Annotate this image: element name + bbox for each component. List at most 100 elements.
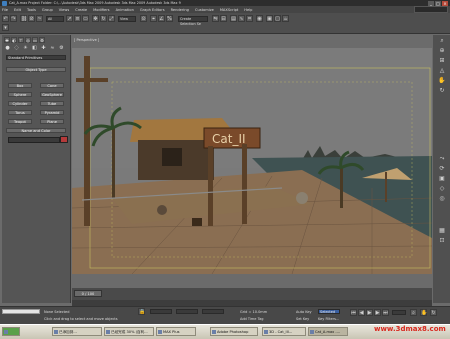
- helpers-icon[interactable]: ✚: [40, 45, 47, 51]
- key-filter-selection[interactable]: Selected: [318, 309, 340, 314]
- tube-button[interactable]: Tube: [40, 101, 64, 106]
- current-frame-field[interactable]: [392, 310, 406, 315]
- ribbon-toggle-icon[interactable]: ▾: [2, 24, 9, 31]
- unlink-icon[interactable]: ⊘: [28, 15, 35, 22]
- display-tab-icon[interactable]: ▭: [32, 37, 38, 43]
- select-object-icon[interactable]: ➚: [66, 15, 73, 22]
- go-to-start-icon[interactable]: ⏮: [350, 309, 357, 316]
- pyramid-button[interactable]: Pyramid: [40, 110, 64, 115]
- y-coordinate-field[interactable]: [176, 309, 198, 314]
- zoom-icon[interactable]: ⌕: [438, 37, 446, 44]
- viewport-label[interactable]: [ Perspective ]: [74, 38, 99, 42]
- shapes-icon[interactable]: ◌: [13, 45, 20, 51]
- select-by-name-icon[interactable]: ≡: [74, 15, 81, 22]
- menu-animation[interactable]: Animation: [116, 8, 134, 12]
- taskbar-item-4[interactable]: Adobe Photoshop: [210, 327, 258, 336]
- previous-frame-icon[interactable]: ◀: [358, 309, 365, 316]
- render-frame-icon[interactable]: ▢: [274, 15, 281, 22]
- utilities-tab-icon[interactable]: ⚙: [39, 37, 45, 43]
- menu-create[interactable]: Create: [75, 8, 87, 12]
- add-time-tag[interactable]: Add Time Tag: [240, 317, 264, 321]
- maximize-button[interactable]: □: [435, 0, 441, 6]
- angle-snap-icon[interactable]: ∠: [158, 15, 165, 22]
- rotate-icon[interactable]: ↻: [100, 15, 107, 22]
- undo-icon[interactable]: ↶: [2, 15, 9, 22]
- torus-button[interactable]: Torus: [8, 110, 32, 115]
- geosphere-button[interactable]: GeoSphere: [40, 92, 64, 97]
- cylinder-button[interactable]: Cylinder: [8, 101, 32, 106]
- object-color-swatch[interactable]: [60, 136, 68, 143]
- reference-coordinate-dropdown[interactable]: View: [118, 16, 136, 22]
- hierarchy-tab-icon[interactable]: ⊤: [18, 37, 24, 43]
- teapot-button[interactable]: Teapot: [8, 119, 32, 124]
- selection-filter-dropdown[interactable]: All: [46, 16, 64, 22]
- box-button[interactable]: Box: [8, 83, 32, 88]
- space-warps-icon[interactable]: ≈: [49, 45, 56, 51]
- orbit-icon[interactable]: ↻: [438, 87, 446, 94]
- scale-icon[interactable]: ⤢: [108, 15, 115, 22]
- menu-rendering[interactable]: Rendering: [171, 8, 189, 12]
- app-icon[interactable]: [2, 0, 7, 6]
- menu-tools[interactable]: Tools: [27, 8, 36, 12]
- menu-modifiers[interactable]: Modifiers: [93, 8, 109, 12]
- motion-tab-icon[interactable]: ◎: [25, 37, 31, 43]
- next-frame-icon[interactable]: ▶: [374, 309, 381, 316]
- schematic-view-icon[interactable]: ⌗: [246, 15, 253, 22]
- viewcube-icon[interactable]: ◇: [438, 185, 446, 192]
- start-button[interactable]: [2, 327, 20, 336]
- object-name-field[interactable]: [8, 137, 60, 143]
- auto-key-label[interactable]: Auto Key: [296, 310, 312, 314]
- menu-help[interactable]: Help: [244, 8, 252, 12]
- taskbar-item-1[interactable]: 已添加到...: [52, 327, 102, 336]
- selection-region-icon[interactable]: ▭: [82, 15, 89, 22]
- bind-space-warp-icon[interactable]: ~: [36, 15, 43, 22]
- taskbar-item-5[interactable]: 3D - Cat_III...: [262, 327, 306, 336]
- redo-icon[interactable]: ↷: [10, 15, 17, 22]
- render-setup-icon[interactable]: ▣: [266, 15, 273, 22]
- lights-icon[interactable]: ☀: [22, 45, 29, 51]
- percent-snap-icon[interactable]: %: [166, 15, 173, 22]
- mirror-icon[interactable]: ⇋: [212, 15, 219, 22]
- x-coordinate-field[interactable]: [150, 309, 172, 314]
- curve-editor-icon[interactable]: ∿: [238, 15, 245, 22]
- geometry-icon[interactable]: ●: [4, 45, 11, 51]
- object-type-rollout[interactable]: Object Type: [6, 67, 66, 72]
- sphere-button[interactable]: Sphere: [8, 92, 32, 97]
- link-icon[interactable]: ⛓: [20, 15, 27, 22]
- move-icon[interactable]: ✥: [92, 15, 99, 22]
- quick-render-icon[interactable]: ☕: [282, 15, 289, 22]
- taskbar-item-2[interactable]: 已经完成 30% (百利...: [104, 327, 154, 336]
- menu-group[interactable]: Group: [42, 8, 53, 12]
- systems-icon[interactable]: ⚙: [58, 45, 65, 51]
- menu-graph-editors[interactable]: Graph Editors: [140, 8, 165, 12]
- named-selection-dropdown[interactable]: Create Selection Se: [178, 16, 208, 26]
- time-slider[interactable]: 0 / 100: [74, 290, 102, 297]
- maxscript-listener[interactable]: [2, 309, 40, 314]
- search-field[interactable]: [414, 6, 448, 13]
- play-icon[interactable]: ▶: [366, 309, 373, 316]
- z-coordinate-field[interactable]: [202, 309, 224, 314]
- name-and-color-rollout[interactable]: Name and Color: [6, 128, 66, 133]
- menu-maxscript[interactable]: MAXScript: [220, 8, 238, 12]
- zoom-time-icon[interactable]: ⌕: [410, 309, 417, 316]
- walkthrough-icon[interactable]: ⤳: [438, 155, 446, 162]
- layout-icon[interactable]: ▦: [438, 227, 446, 234]
- orbit-time-icon[interactable]: ↻: [430, 309, 437, 316]
- perspective-viewport[interactable]: Cat_II: [72, 48, 432, 274]
- min-max-toggle-icon[interactable]: ⊡: [438, 237, 446, 244]
- lock-selection-icon[interactable]: 🔒: [138, 308, 145, 315]
- arc-rotate-icon[interactable]: ⟳: [438, 165, 446, 172]
- zoom-all-icon[interactable]: ⊕: [438, 47, 446, 54]
- create-tab-icon[interactable]: ✚: [4, 37, 10, 43]
- menu-edit[interactable]: Edit: [14, 8, 21, 12]
- taskbar-item-6[interactable]: Cat_A.max -...: [308, 327, 348, 336]
- minimize-button[interactable]: _: [428, 0, 434, 6]
- pan-icon[interactable]: ✋: [438, 77, 446, 84]
- menu-views[interactable]: Views: [59, 8, 69, 12]
- cameras-icon[interactable]: ◧: [31, 45, 38, 51]
- steering-wheel-icon[interactable]: ◎: [438, 195, 446, 202]
- key-filters-button[interactable]: Key Filters...: [318, 317, 339, 321]
- menu-customize[interactable]: Customize: [195, 8, 214, 12]
- plane-button[interactable]: Plane: [40, 119, 64, 124]
- align-icon[interactable]: ⊟: [220, 15, 227, 22]
